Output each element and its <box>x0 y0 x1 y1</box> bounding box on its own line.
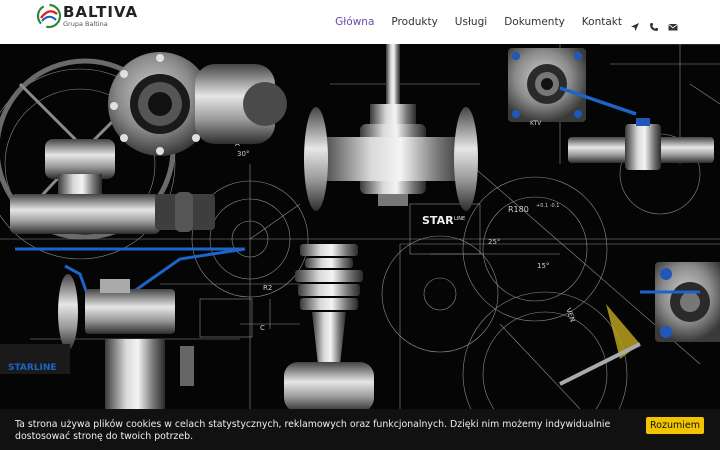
drawing-label-tolerance: +0.1 -0.1 <box>536 203 560 209</box>
phone-icon[interactable] <box>649 17 659 31</box>
hero-valves-illustration: 30° A R2 C R180 +0.1 -0.1 25° 15° <box>0 44 720 409</box>
location-arrow-icon[interactable] <box>630 17 640 31</box>
brand-logo[interactable]: BALTIVA Grupa Baltina <box>36 2 146 42</box>
cookie-message: Ta strona używa plików cookies w celach … <box>15 419 611 442</box>
starline-label: STAR <box>422 214 454 227</box>
drawing-label-25: 25° <box>488 238 500 246</box>
nav-item-contact[interactable]: Kontakt <box>582 16 622 28</box>
nav-item-products[interactable]: Produkty <box>391 16 437 28</box>
hero-banner: 30° A R2 C R180 +0.1 -0.1 25° 15° <box>0 44 720 409</box>
nav-icons <box>630 0 678 44</box>
drawing-label-c: C <box>260 324 265 332</box>
brand-mark-icon <box>36 3 62 29</box>
starline-left-label: STARLINE <box>8 363 57 373</box>
nav-item-home[interactable]: Główna <box>335 16 374 28</box>
drawing-label-r180: R180 <box>508 205 529 214</box>
nav-item-services[interactable]: Usługi <box>455 16 487 28</box>
envelope-icon[interactable] <box>668 17 678 31</box>
drawing-label-15: 15° <box>537 262 549 270</box>
drawing-label-r2: R2 <box>263 284 272 292</box>
main-nav: Główna Produkty Usługi Dokumenty Kontakt <box>318 0 622 44</box>
nav-item-documents[interactable]: Dokumenty <box>504 16 565 28</box>
site-header: BALTIVA Grupa Baltina Główna Produkty Us… <box>0 0 720 44</box>
starline-sub-label: LINE <box>454 216 465 222</box>
brand-subtitle: Grupa Baltina <box>63 20 108 28</box>
cookie-accept-button[interactable]: Rozumiem <box>646 417 704 434</box>
brand-name: BALTIVA <box>63 3 139 21</box>
cookie-bar: Ta strona używa plików cookies w celach … <box>0 409 720 450</box>
drawing-label-30: 30° <box>237 150 249 158</box>
ktv-label: KTV <box>530 120 542 127</box>
